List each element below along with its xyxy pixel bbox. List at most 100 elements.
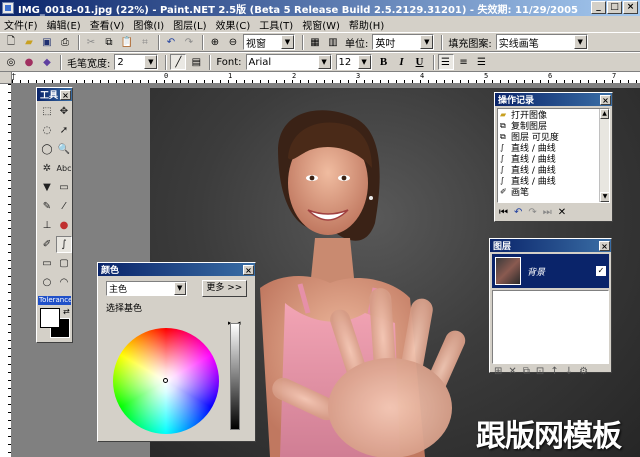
tools-panel-title[interactable]: 工具 × xyxy=(37,88,72,101)
paintbrush-icon[interactable]: ✐ xyxy=(39,236,55,253)
close-icon[interactable]: × xyxy=(600,94,611,105)
paste-icon[interactable]: 📋 xyxy=(119,34,135,50)
delete-layer-icon[interactable]: ✕ xyxy=(508,366,516,377)
redo-icon[interactable]: ↷ xyxy=(528,207,536,218)
chevron-down-icon[interactable]: ▼ xyxy=(317,55,331,69)
font-dropdown[interactable]: Arial ▼ xyxy=(245,54,332,70)
blend-mode-icon[interactable]: ● xyxy=(21,54,37,70)
swap-colors-icon[interactable]: ⇄ xyxy=(63,307,70,316)
brightness-slider[interactable] xyxy=(230,323,240,430)
rectangle-select-icon[interactable]: ⬚ xyxy=(39,103,55,120)
line-style-icon[interactable]: ╱ xyxy=(170,54,187,70)
menu-tools[interactable]: 工具(T) xyxy=(259,17,293,32)
close-icon[interactable]: × xyxy=(599,240,610,251)
close-button[interactable]: × xyxy=(623,1,638,14)
undo-icon[interactable]: ↶ xyxy=(514,207,522,218)
menu-file[interactable]: 文件(F) xyxy=(4,17,38,32)
ellipse-icon[interactable]: ○ xyxy=(39,274,55,291)
fast-forward-icon[interactable]: ⏭ xyxy=(543,207,552,218)
scroll-up-icon[interactable]: ▲ xyxy=(600,109,609,119)
scroll-down-icon[interactable]: ▼ xyxy=(600,192,609,202)
shape-style-icon[interactable]: ▤ xyxy=(188,54,204,70)
antialias-icon[interactable]: ◎ xyxy=(3,54,19,70)
paint-bucket-icon[interactable]: ▼ xyxy=(39,179,55,196)
chevron-down-icon[interactable]: ▼ xyxy=(144,55,158,69)
close-icon[interactable]: × xyxy=(243,264,254,275)
pencil-icon[interactable]: ✎ xyxy=(39,198,55,215)
layer-mode-icon[interactable]: ◆ xyxy=(39,54,55,70)
menu-layers[interactable]: 图层(L) xyxy=(173,17,206,32)
freeform-shape-icon[interactable]: ◠ xyxy=(56,274,72,291)
chevron-down-icon[interactable]: ▼ xyxy=(420,35,434,49)
maximize-button[interactable]: □ xyxy=(607,1,622,14)
save-icon[interactable]: ▣ xyxy=(39,34,55,50)
undo-icon[interactable]: ↶ xyxy=(163,34,179,50)
color-wheel[interactable] xyxy=(113,328,219,434)
magic-wand-icon[interactable]: ✲ xyxy=(39,160,55,177)
app-icon[interactable] xyxy=(2,2,14,14)
rounded-rectangle-icon[interactable]: ▢ xyxy=(56,255,72,272)
tolerance-slider[interactable]: Tolerance xyxy=(38,296,71,305)
unit-dropdown[interactable]: 英吋 ▼ xyxy=(372,34,435,50)
fill-dropdown[interactable]: 实线画笔 ▼ xyxy=(495,34,588,50)
crop-icon[interactable]: ⌗ xyxy=(137,34,153,50)
align-left-icon[interactable]: ☰ xyxy=(437,54,454,70)
italic-button[interactable]: I xyxy=(394,54,410,70)
cut-icon[interactable]: ✂ xyxy=(83,34,99,50)
menu-effects[interactable]: 效果(C) xyxy=(215,17,250,32)
delete-history-icon[interactable]: ✕ xyxy=(558,207,566,218)
move-selection-icon[interactable]: ✥ xyxy=(56,103,72,120)
redo-icon[interactable]: ↷ xyxy=(181,34,197,50)
open-folder-icon[interactable]: ▰ xyxy=(21,34,37,50)
history-scrollbar[interactable]: ▲ ▼ xyxy=(599,109,609,202)
brush-width-input[interactable]: 2 ▼ xyxy=(114,54,159,70)
recolor-icon[interactable]: ● xyxy=(56,217,72,234)
history-item[interactable]: ✐ 画笔 xyxy=(498,186,609,198)
ellipse-select-icon[interactable]: ◯ xyxy=(39,141,55,158)
minimize-button[interactable]: _ xyxy=(591,1,606,14)
grid-icon[interactable]: ▦ xyxy=(307,34,323,50)
text-icon[interactable]: Abc xyxy=(56,160,72,177)
menu-window[interactable]: 视窗(W) xyxy=(302,17,340,32)
zoom-icon[interactable]: 🔍 xyxy=(56,141,72,158)
align-center-icon[interactable]: ≡ xyxy=(456,54,472,70)
clone-stamp-icon[interactable]: ⊥ xyxy=(39,217,55,234)
add-layer-icon[interactable]: ⊞ xyxy=(494,366,502,377)
align-right-icon[interactable]: ☰ xyxy=(474,54,490,70)
move-icon[interactable]: ➚ xyxy=(56,122,72,139)
layer-item-background[interactable]: 背景 ✓ xyxy=(492,254,609,288)
zoom-in-icon[interactable]: ⊕ xyxy=(207,34,223,50)
duplicate-layer-icon[interactable]: ⧉ xyxy=(523,366,530,377)
menu-help[interactable]: 帮助(H) xyxy=(349,17,384,32)
move-layer-up-icon[interactable]: ↑ xyxy=(550,366,558,377)
chevron-down-icon[interactable]: ▼ xyxy=(357,55,371,69)
font-size-dropdown[interactable]: 12 ▼ xyxy=(335,54,372,70)
ruler-toggle-icon[interactable]: ▥ xyxy=(325,34,341,50)
underline-button[interactable]: U xyxy=(412,54,428,70)
move-layer-down-icon[interactable]: ↓ xyxy=(565,366,573,377)
lasso-select-icon[interactable]: ◌ xyxy=(39,122,55,139)
rewind-icon[interactable]: ⏮ xyxy=(499,207,508,218)
menu-edit[interactable]: 编辑(E) xyxy=(47,17,81,32)
gradient-icon[interactable]: ▭ xyxy=(56,179,72,196)
color-picker-icon[interactable]: ⁄ xyxy=(56,198,72,215)
history-panel-title[interactable]: 操作记录 × xyxy=(495,93,612,106)
layer-visibility-checkbox[interactable]: ✓ xyxy=(596,266,606,276)
chevron-down-icon[interactable]: ▼ xyxy=(281,35,294,49)
color-target-dropdown[interactable]: 主色 ▼ xyxy=(106,281,187,296)
zoom-dropdown[interactable]: 视窗 ▼ xyxy=(243,34,295,50)
line-curve-icon[interactable]: ∫ xyxy=(56,236,72,253)
chevron-down-icon[interactable]: ▼ xyxy=(573,35,587,49)
color-wheel-marker[interactable] xyxy=(163,378,168,383)
copy-icon[interactable]: ⧉ xyxy=(101,34,117,50)
print-icon[interactable]: ⎙ xyxy=(57,34,73,50)
new-file-icon[interactable]: 🗋 xyxy=(3,34,19,50)
layer-properties-icon[interactable]: ⚙ xyxy=(579,366,588,377)
primary-color-swatch[interactable] xyxy=(40,308,60,328)
merge-layer-icon[interactable]: ⊡ xyxy=(536,366,544,377)
bold-button[interactable]: B xyxy=(376,54,392,70)
rectangle-icon[interactable]: ▭ xyxy=(39,255,55,272)
menu-view[interactable]: 查看(V) xyxy=(90,17,125,32)
chevron-down-icon[interactable]: ▼ xyxy=(173,282,186,295)
layers-panel-title[interactable]: 图层 × xyxy=(490,239,611,252)
